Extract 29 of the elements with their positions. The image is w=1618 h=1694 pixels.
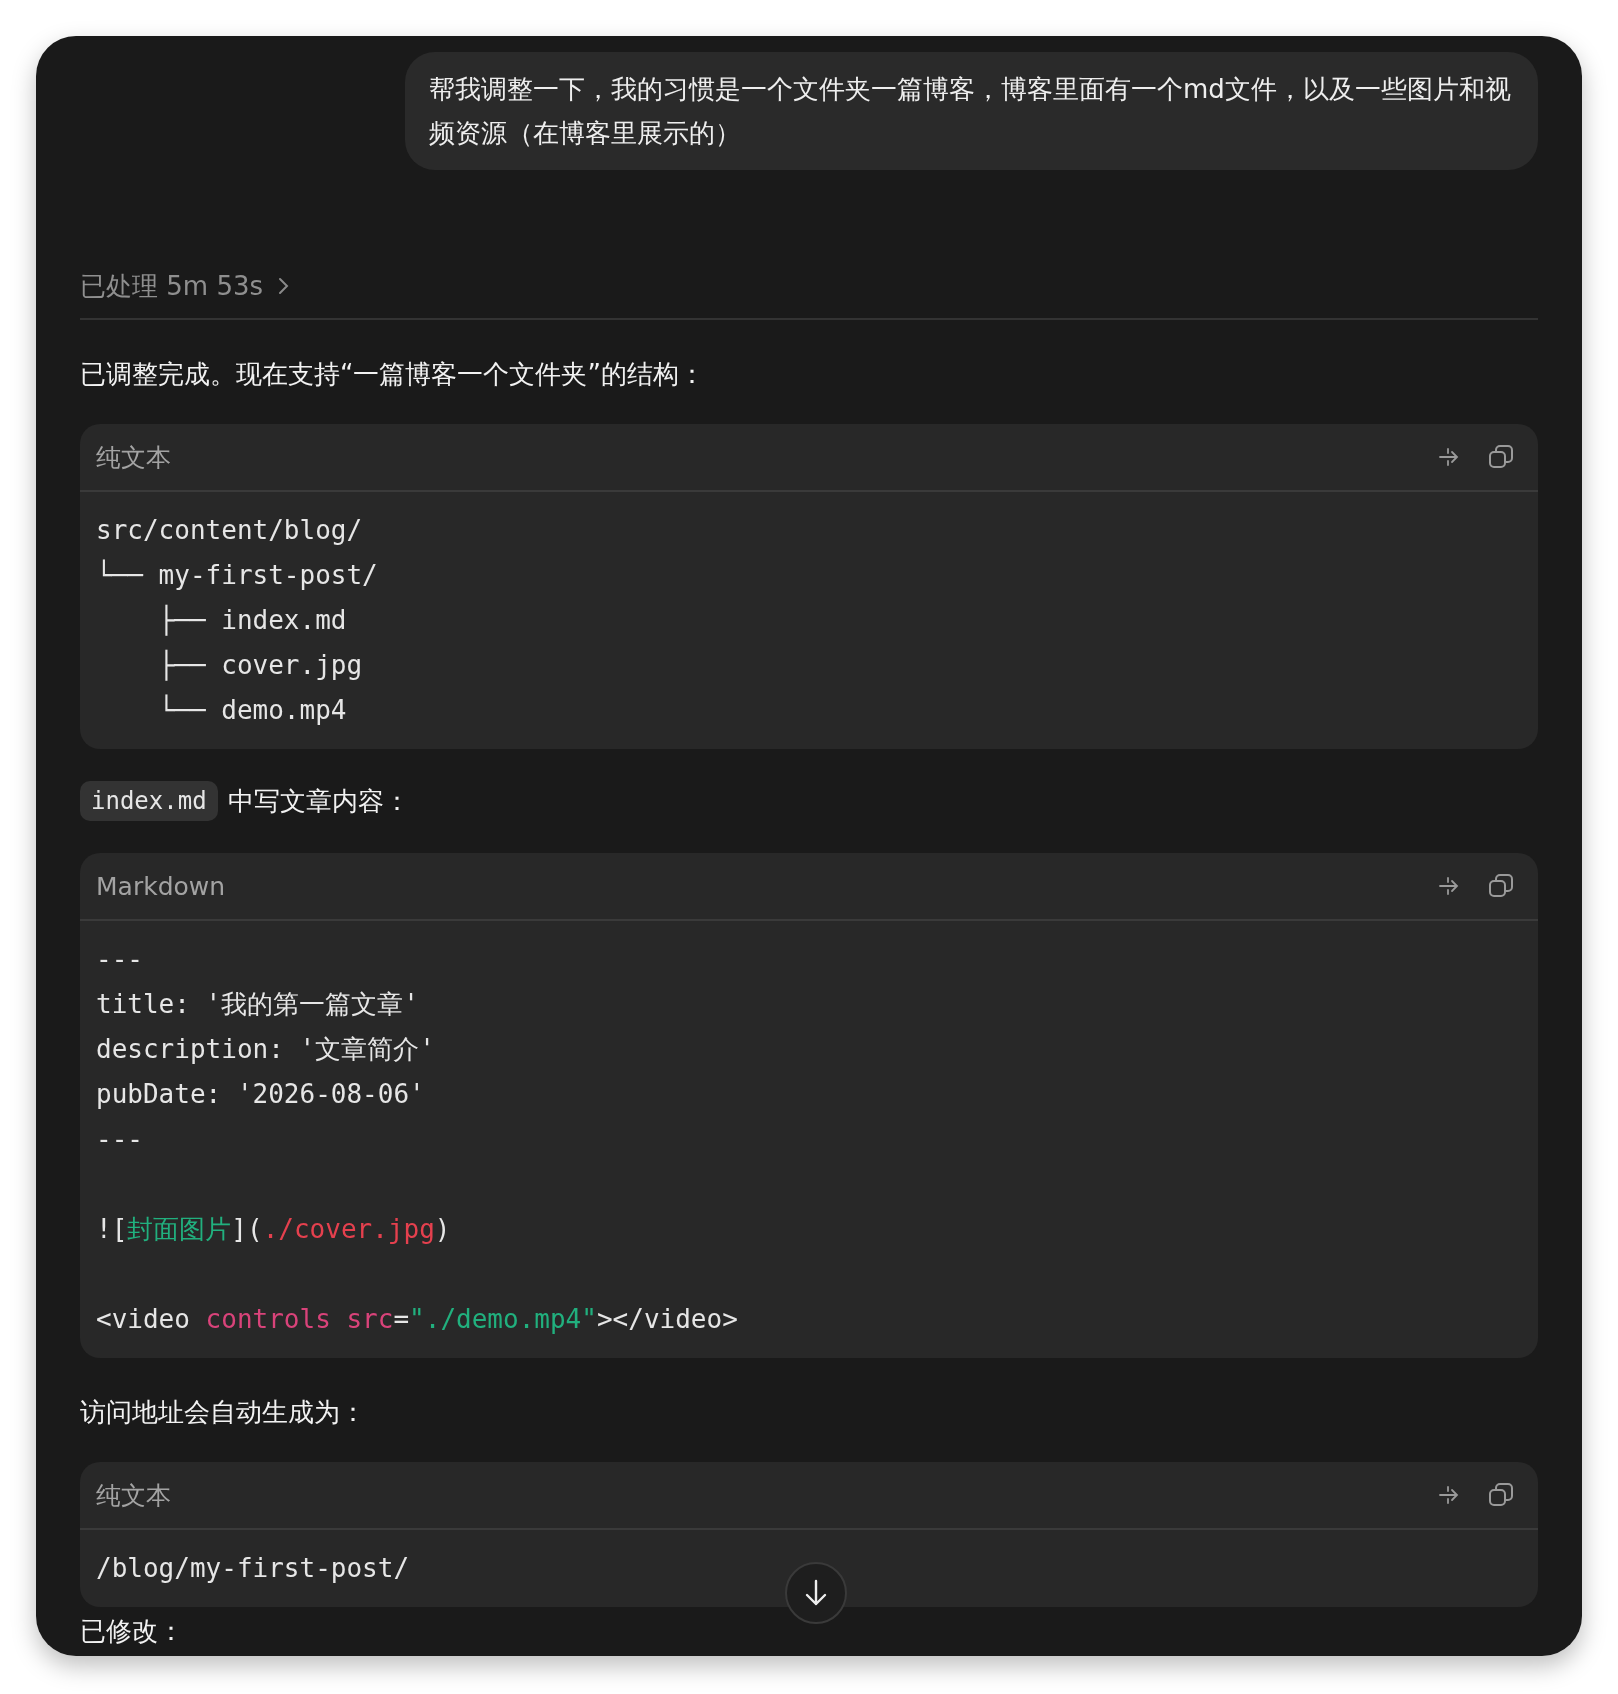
response-text: 已修改： <box>80 1615 184 1648</box>
code-line: --- <box>96 1123 143 1156</box>
code-line: <video controls src="./demo.mp4"></video> <box>96 1303 738 1336</box>
code-line: ├── cover.jpg <box>157 648 363 683</box>
code-line: src/content/blog/ <box>96 514 363 547</box>
code-line: --- <box>96 943 143 976</box>
code-line: description: '文章简介' <box>96 1033 435 1066</box>
arrow-icon[interactable] <box>1438 1484 1460 1506</box>
user-message: 帮我调整一下，我的习惯是一个文件夹一篇博客，博客里面有一个md文件，以及一些图片和视频资源（在博客里展示的） <box>405 52 1538 170</box>
code-line: ![封面图片](./cover.jpg) <box>96 1213 451 1246</box>
copy-icon[interactable] <box>1488 873 1514 899</box>
code-line: /blog/my-first-post/ <box>96 1552 410 1585</box>
code-line: └── demo.mp4 <box>157 693 347 727</box>
code-language: 纯文本 <box>96 1479 171 1512</box>
code-line: ├── index.md <box>157 603 347 638</box>
response-text: 中写文章内容： <box>227 785 410 818</box>
inline-code: index.md <box>80 781 218 821</box>
copy-icon[interactable] <box>1488 444 1514 470</box>
arrow-icon[interactable] <box>1438 446 1460 468</box>
code-line: pubDate: '2026-08-06' <box>96 1078 425 1111</box>
arrow-icon[interactable] <box>1438 875 1460 897</box>
response-text: 已调整完成。现在支持“一篇博客一个文件夹”的结构： <box>80 358 705 391</box>
processed-toggle[interactable]: 已处理 5m 53s <box>80 266 292 306</box>
response-text: 访问地址会自动生成为： <box>80 1396 366 1429</box>
code-line: title: '我的第一篇文章' <box>96 988 419 1021</box>
copy-icon[interactable] <box>1488 1482 1514 1508</box>
code-language: 纯文本 <box>96 441 171 474</box>
code-line: └── my-first-post/ <box>96 558 378 592</box>
code-language: Markdown <box>96 871 226 901</box>
